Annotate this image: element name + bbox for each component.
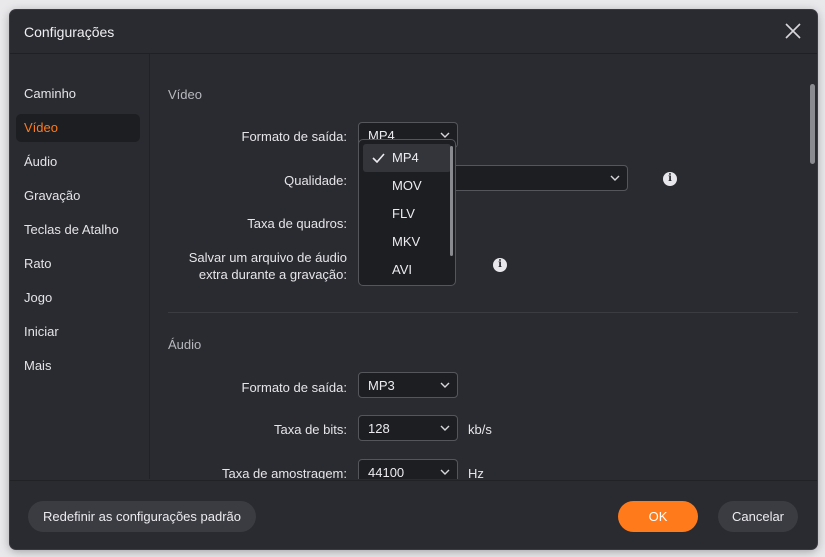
title-bar: Configurações: [10, 10, 817, 54]
settings-content: Vídeo Formato de saída: MP4 Qualidade: i…: [150, 54, 817, 479]
chevron-down-icon: [440, 425, 450, 431]
format-option-flv[interactable]: FLV: [363, 200, 451, 228]
close-icon[interactable]: [782, 20, 804, 42]
save-audio-info-icon[interactable]: i: [493, 258, 507, 272]
video-section-title: Vídeo: [168, 87, 202, 102]
quality-info-icon[interactable]: i: [663, 172, 677, 186]
framerate-label: Taxa de quadros:: [247, 216, 347, 231]
bitrate-label: Taxa de bits:: [274, 422, 347, 437]
reset-defaults-button[interactable]: Redefinir as configurações padrão: [28, 501, 256, 532]
save-audio-label-line2: extra durante a gravação:: [198, 267, 347, 282]
format-option-label: AVI: [392, 262, 412, 277]
bitrate-value: 128: [368, 421, 390, 436]
format-option-label: FLV: [392, 206, 415, 221]
format-option-label: MKV: [392, 234, 421, 249]
sidebar-item-iniciar[interactable]: Iniciar: [16, 318, 140, 346]
samplerate-select[interactable]: 44100: [358, 459, 458, 479]
format-option-avi[interactable]: AVI: [363, 256, 451, 284]
chevron-down-icon: [440, 469, 450, 475]
audio-format-label: Formato de saída:: [241, 380, 348, 395]
sidebar-item-teclas-de-atalho[interactable]: Teclas de Atalho: [16, 216, 140, 244]
format-option-mov[interactable]: MOV: [363, 172, 451, 200]
sidebar: Caminho Vídeo Áudio Gravação Teclas de A…: [10, 54, 150, 479]
samplerate-unit: Hz: [468, 466, 484, 479]
sidebar-item-video[interactable]: Vídeo: [16, 114, 140, 142]
format-option-mp4[interactable]: MP4: [363, 144, 451, 172]
audio-format-select[interactable]: MP3: [358, 372, 458, 398]
bitrate-unit: kb/s: [468, 422, 492, 437]
ok-button[interactable]: OK: [618, 501, 698, 532]
save-audio-label: Salvar um arquivo de áudio extra durante…: [189, 249, 347, 283]
checkmark-icon: [372, 153, 385, 163]
sidebar-item-mais[interactable]: Mais: [16, 352, 140, 380]
sidebar-item-gravacao[interactable]: Gravação: [16, 182, 140, 210]
chevron-down-icon: [610, 175, 620, 181]
format-option-mkv[interactable]: MKV: [363, 228, 451, 256]
samplerate-value: 44100: [368, 465, 405, 479]
sidebar-item-jogo[interactable]: Jogo: [16, 284, 140, 312]
bitrate-select[interactable]: 128: [358, 415, 458, 441]
sidebar-item-rato[interactable]: Rato: [16, 250, 140, 278]
format-option-label: MOV: [392, 178, 422, 193]
audio-section-title: Áudio: [168, 337, 202, 352]
content-scrollbar[interactable]: [810, 84, 815, 164]
dropdown-scrollbar[interactable]: [450, 146, 453, 256]
format-option-label: MP4: [392, 150, 419, 165]
cancel-button[interactable]: Cancelar: [718, 501, 798, 532]
video-format-dropdown: MP4 MOV FLV MKV AVI: [358, 139, 456, 286]
audio-format-value: MP3: [368, 378, 395, 393]
settings-dialog: Configurações Caminho Vídeo Áudio Gravaç…: [10, 10, 817, 549]
sidebar-item-caminho[interactable]: Caminho: [16, 80, 140, 108]
quality-label: Qualidade:: [284, 173, 347, 188]
sidebar-item-audio[interactable]: Áudio: [16, 148, 140, 176]
chevron-down-icon: [440, 382, 450, 388]
save-audio-label-line1: Salvar um arquivo de áudio: [188, 250, 347, 265]
video-format-label: Formato de saída:: [241, 129, 348, 144]
samplerate-label: Taxa de amostragem:: [221, 466, 347, 479]
chevron-down-icon: [440, 132, 450, 138]
dialog-footer: Redefinir as configurações padrão OK Can…: [10, 480, 817, 549]
section-divider: [168, 312, 798, 313]
dialog-title: Configurações: [24, 24, 115, 40]
